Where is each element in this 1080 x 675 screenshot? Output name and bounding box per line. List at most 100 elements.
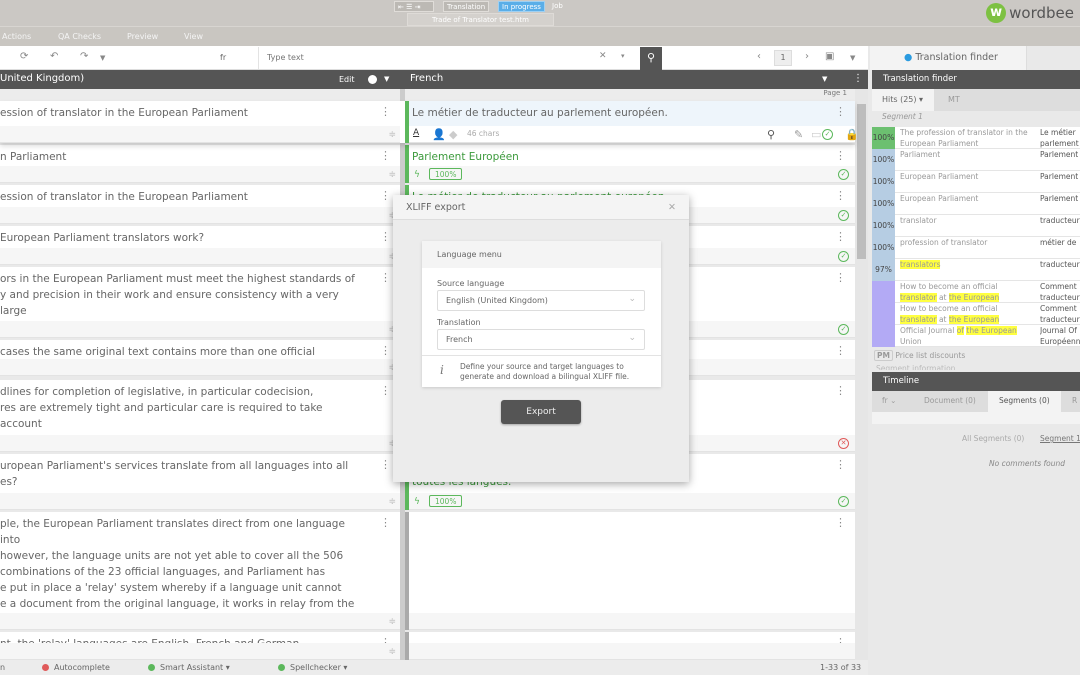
more-icon[interactable]: ⋮	[835, 516, 846, 529]
hit-row[interactable]: 100% translator traducteur	[872, 215, 1080, 237]
more-icon[interactable]: ⋮	[380, 230, 391, 243]
more-icon[interactable]: ⋮	[853, 73, 863, 84]
tab-hits[interactable]: Hits (25) ▾	[872, 89, 934, 111]
tab-segments[interactable]: Segments (0)	[988, 391, 1061, 412]
export-button[interactable]: Export	[501, 400, 581, 424]
spellchecker-status[interactable]: Spellchecker ▾	[278, 663, 347, 672]
check-icon[interactable]: ✓	[838, 496, 849, 507]
page-number[interactable]: 1	[774, 50, 792, 66]
chevron-down-icon[interactable]: ▼	[100, 54, 105, 62]
redo-icon[interactable]: ↷	[80, 51, 88, 62]
target-text[interactable]	[409, 512, 855, 516]
hit-row[interactable]: 100% profession of translator métier de	[872, 237, 1080, 259]
check-icon[interactable]: ✓	[838, 251, 849, 262]
hit-row[interactable]: 100% Parliament Parlement	[872, 149, 1080, 171]
split-icon[interactable]: ≑	[388, 130, 396, 140]
format-icon[interactable]: A	[413, 128, 419, 138]
hit-row[interactable]: 100% European Parliament Parlement	[872, 171, 1080, 193]
more-icon[interactable]: ⋮	[835, 271, 846, 284]
check-icon[interactable]: ✓	[838, 169, 849, 180]
menu-preview[interactable]: Preview	[127, 32, 158, 41]
tab-document[interactable]: Document (0)	[924, 396, 976, 405]
hit-row[interactable]: 100% The profession of translator in the …	[872, 127, 1080, 149]
more-icon[interactable]: ⋮	[380, 189, 391, 202]
translation-select[interactable]: French ⌄	[437, 329, 645, 350]
search-input[interactable]	[259, 47, 589, 67]
check-icon[interactable]: ✓	[838, 324, 849, 335]
next-page-icon[interactable]: ›	[805, 51, 809, 62]
segment-row[interactable]: ession of translator in the European Par…	[0, 101, 859, 143]
lock-icon[interactable]: 🔒	[845, 128, 859, 141]
toggle-icon[interactable]	[368, 75, 377, 84]
chevron-down-icon[interactable]: ▼	[822, 75, 827, 83]
more-icon[interactable]: ⋮	[380, 516, 391, 529]
segment-link[interactable]: Segment 1	[1040, 434, 1080, 443]
target-text[interactable]: Parlement Européen	[409, 145, 855, 165]
tab-r[interactable]: R	[1072, 396, 1077, 405]
more-icon[interactable]: ⋮	[835, 189, 846, 202]
menu-actions[interactable]: Actions	[2, 32, 31, 41]
comment-icon[interactable]: ▭	[811, 128, 821, 141]
split-icon[interactable]: ≑	[388, 617, 396, 627]
close-icon[interactable]: ✕	[668, 202, 676, 213]
segment-row[interactable]: nt, the 'relay' languages are English, F…	[0, 632, 855, 660]
chevron-down-icon[interactable]: ▼	[850, 54, 855, 62]
target-cell[interactable]: Le métier de traducteur au parlement eur…	[405, 101, 859, 143]
check-icon[interactable]: ✓	[838, 210, 849, 221]
find-icon[interactable]: ▣	[825, 51, 834, 62]
hit-row[interactable]: Official Journal of the European Union Jo…	[872, 325, 1080, 347]
tab-mt[interactable]: MT	[948, 95, 960, 104]
hit-row[interactable]: How to become an official translator at …	[872, 303, 1080, 325]
pin-icon[interactable]: ✎	[794, 128, 803, 141]
file-tab[interactable]: Trade of Translator test.htm	[407, 13, 554, 26]
menu-view[interactable]: View	[184, 32, 203, 41]
more-icon[interactable]: ⋮	[380, 105, 391, 118]
more-icon[interactable]: ⋮	[835, 384, 846, 397]
more-icon[interactable]: ⋮	[380, 149, 391, 162]
target-text[interactable]	[409, 632, 855, 636]
error-icon[interactable]: ✕	[838, 438, 849, 449]
more-icon[interactable]: ⋮	[835, 105, 846, 118]
more-icon[interactable]: ⋮	[380, 271, 391, 284]
target-cell[interactable]: ⋮	[405, 512, 855, 630]
more-icon[interactable]: ⋮	[835, 149, 846, 162]
hit-row[interactable]: 97% translators traducteur	[872, 259, 1080, 281]
more-icon[interactable]: ⋮	[380, 344, 391, 357]
chevron-down-icon[interactable]: ▾	[621, 52, 625, 60]
more-icon[interactable]: ⋮	[835, 458, 846, 471]
tab-translation-finder[interactable]: ● Translation finder	[870, 46, 1027, 70]
status-in-progress[interactable]: In progress	[498, 1, 545, 12]
more-icon[interactable]: ⋮	[835, 230, 846, 243]
target-cell[interactable]: ⋮	[405, 632, 855, 660]
refresh-icon[interactable]: ⟳	[20, 51, 28, 62]
tab-job[interactable]: Job	[552, 2, 563, 10]
price-list[interactable]: PM Price list discounts	[874, 350, 965, 361]
autocomplete-status[interactable]: Autocomplete	[42, 663, 110, 672]
hit-row[interactable]: 100% European Parliament Parlement	[872, 193, 1080, 215]
split-icon[interactable]: ≑	[388, 170, 396, 180]
chevron-down-icon[interactable]: ▼	[384, 75, 389, 83]
all-segments-filter[interactable]: All Segments (0)	[962, 434, 1024, 443]
confirm-icon[interactable]: ✓	[822, 129, 833, 140]
nav-buttons[interactable]: ⇤ ☰ ⇥	[394, 1, 434, 12]
menu-qa-checks[interactable]: QA Checks	[58, 32, 101, 41]
tab-fr[interactable]: fr ⌄	[882, 396, 896, 405]
search-button[interactable]: ⚲	[640, 47, 662, 70]
split-icon[interactable]: ≑	[388, 497, 396, 507]
search-icon[interactable]: ⚲	[767, 128, 775, 141]
edit-button[interactable]: Edit	[339, 75, 355, 84]
more-icon[interactable]: ⋮	[380, 384, 391, 397]
hit-row[interactable]: How to become an official translator at …	[872, 281, 1080, 303]
segment-row[interactable]: ple, the European Parliament translates …	[0, 512, 855, 630]
segment-row[interactable]: n Parliament ⋮ ≑ Parlement Européen ⋮ ϟ 100% ✓	[0, 145, 855, 183]
undo-icon[interactable]: ↶	[50, 51, 58, 62]
prev-page-icon[interactable]: ‹	[757, 51, 761, 62]
language-filter[interactable]: fr	[220, 53, 226, 62]
target-text[interactable]: Le métier de traducteur au parlement eur…	[409, 101, 855, 121]
clear-icon[interactable]: ✕	[599, 51, 607, 61]
status-item[interactable]: n	[0, 663, 5, 672]
more-icon[interactable]: ⋮	[835, 344, 846, 357]
smart-assistant-status[interactable]: Smart Assistant ▾	[148, 663, 230, 672]
source-language-select[interactable]: English (United Kingdom) ⌄	[437, 290, 645, 311]
more-icon[interactable]: ⋮	[380, 458, 391, 471]
